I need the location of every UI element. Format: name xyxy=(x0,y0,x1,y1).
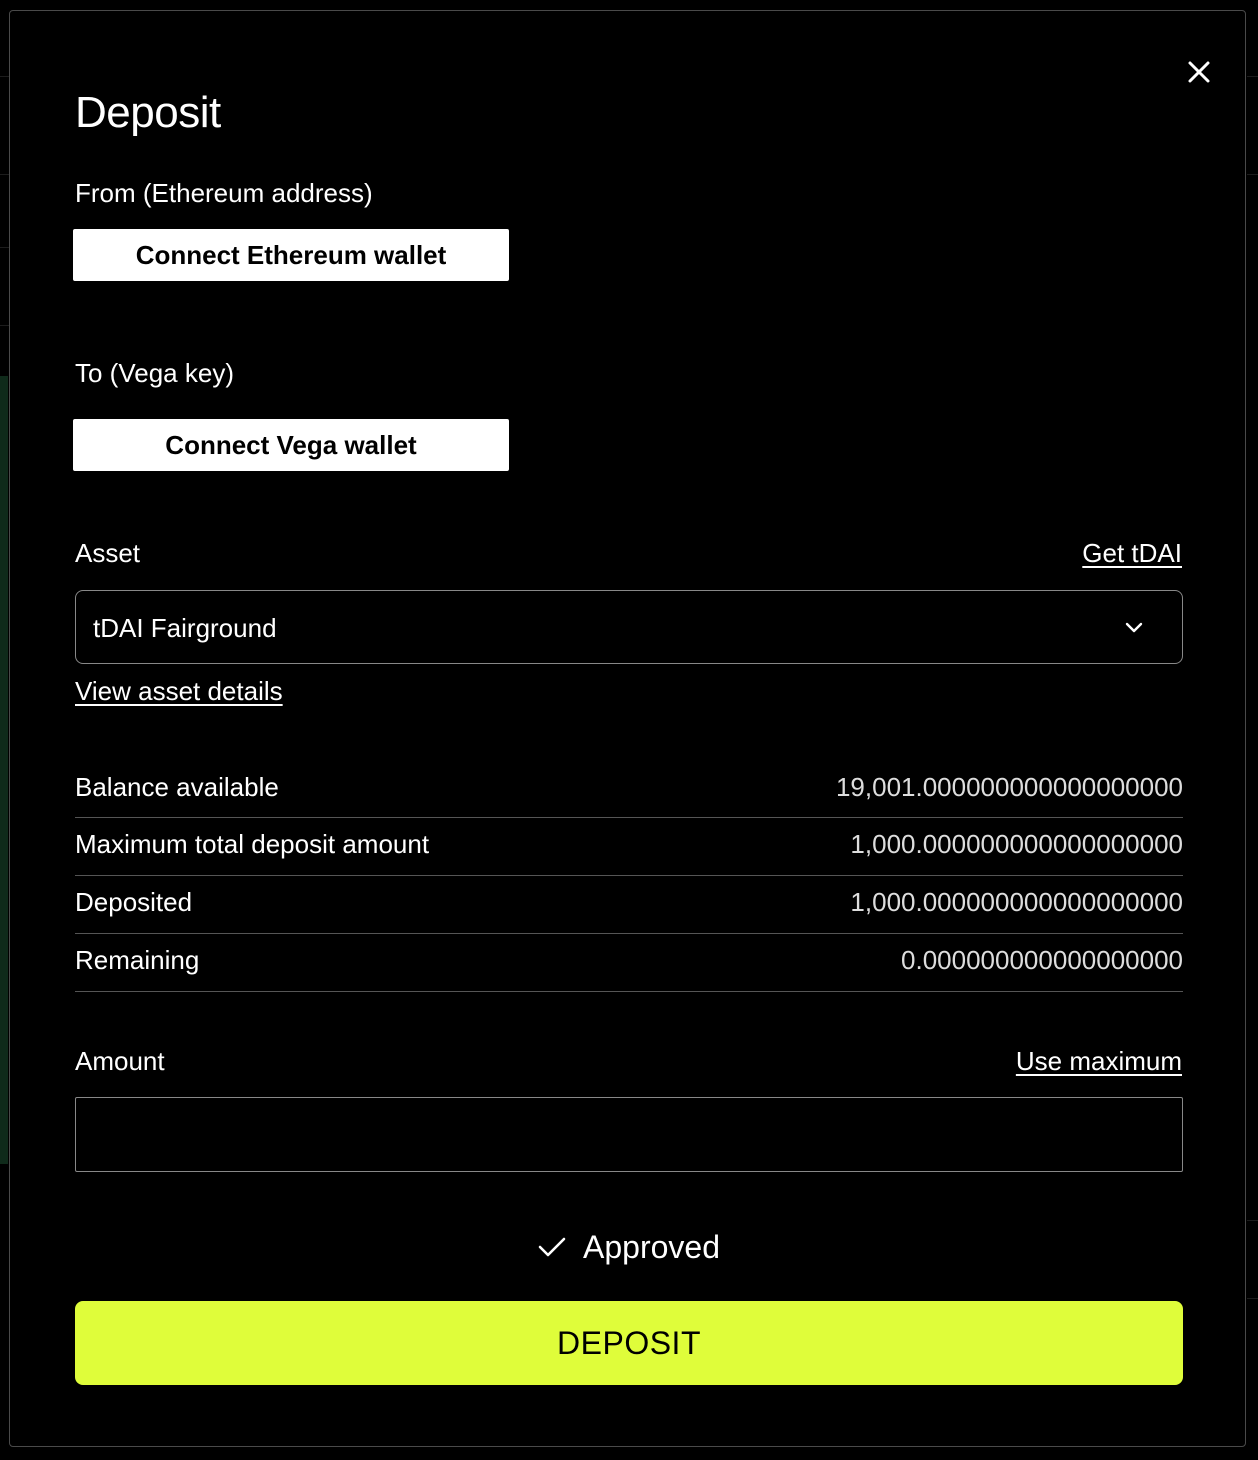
asset-select-value: tDAI Fairground xyxy=(93,613,277,643)
info-row-balance: Balance available 19,001.000000000000000… xyxy=(75,761,1183,818)
backdrop-gridline xyxy=(0,325,9,326)
backdrop-gridline xyxy=(0,76,9,77)
info-label: Remaining xyxy=(75,945,200,975)
info-value: 0.000000000000000000 xyxy=(901,945,1183,975)
backdrop-accent-bar xyxy=(0,376,8,1164)
backdrop-gridline xyxy=(1247,1298,1258,1299)
info-label: Balance available xyxy=(75,772,279,802)
deposit-dialog: Deposit From (Ethereum address) Connect … xyxy=(9,10,1246,1447)
info-label: Deposited xyxy=(75,887,193,917)
info-label: Maximum total deposit amount xyxy=(75,829,430,859)
from-label: From (Ethereum address) xyxy=(75,178,373,208)
info-row-deposited: Deposited 1,000.000000000000000000 xyxy=(75,876,1183,934)
info-value: 1,000.000000000000000000 xyxy=(850,887,1183,917)
connect-vega-wallet-button[interactable]: Connect Vega wallet xyxy=(73,419,509,471)
asset-label: Asset xyxy=(75,538,141,568)
use-maximum-link[interactable]: Use maximum xyxy=(1016,1048,1182,1074)
close-button[interactable] xyxy=(1185,58,1213,86)
backdrop-gridline xyxy=(1247,1220,1258,1221)
amount-input[interactable] xyxy=(75,1097,1183,1172)
deposit-button[interactable]: DEPOSIT xyxy=(75,1301,1183,1385)
info-row-remaining: Remaining 0.000000000000000000 xyxy=(75,934,1183,992)
chevron-down-icon xyxy=(1125,622,1143,633)
dialog-title: Deposit xyxy=(75,88,221,137)
backdrop-gridline xyxy=(0,174,9,175)
approval-text: Approved xyxy=(583,1229,720,1265)
backdrop-gridline xyxy=(1247,76,1258,77)
check-icon xyxy=(538,1237,566,1257)
asset-select[interactable]: tDAI Fairground xyxy=(75,590,1183,664)
connect-ethereum-wallet-button[interactable]: Connect Ethereum wallet xyxy=(73,229,509,281)
to-label: To (Vega key) xyxy=(75,358,234,388)
approval-status: Approved xyxy=(537,1227,720,1267)
info-value: 19,001.000000000000000000 xyxy=(835,772,1183,802)
get-tdai-link[interactable]: Get tDAI xyxy=(1082,540,1182,566)
info-row-max-deposit: Maximum total deposit amount 1,000.00000… xyxy=(75,818,1183,876)
deposit-info-table: Balance available 19,001.000000000000000… xyxy=(75,761,1183,992)
close-icon xyxy=(1188,61,1210,83)
amount-label: Amount xyxy=(75,1046,165,1076)
backdrop-gridline xyxy=(0,247,9,248)
backdrop-gridline xyxy=(1247,174,1258,175)
view-asset-details-link[interactable]: View asset details xyxy=(75,678,283,704)
info-value: 1,000.000000000000000000 xyxy=(850,829,1183,859)
